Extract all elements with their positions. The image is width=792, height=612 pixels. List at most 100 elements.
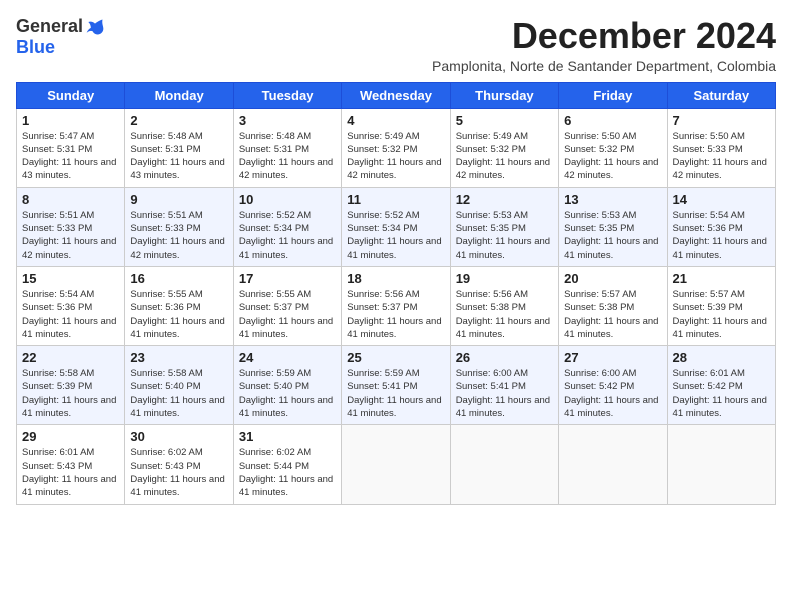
calendar-week-row: 8 Sunrise: 5:51 AMSunset: 5:33 PMDaylight… xyxy=(17,187,776,266)
calendar-cell: 9 Sunrise: 5:51 AMSunset: 5:33 PMDaylight… xyxy=(125,187,233,266)
calendar-cell: 22 Sunrise: 5:58 AMSunset: 5:39 PMDayligh… xyxy=(17,346,125,425)
day-info: Sunrise: 6:01 AMSunset: 5:43 PMDaylight:… xyxy=(22,446,119,499)
day-info: Sunrise: 5:59 AMSunset: 5:41 PMDaylight:… xyxy=(347,367,444,420)
day-number: 28 xyxy=(673,350,770,365)
calendar-cell: 5 Sunrise: 5:49 AMSunset: 5:32 PMDaylight… xyxy=(450,108,558,187)
day-number: 7 xyxy=(673,113,770,128)
location-title: Pamplonita, Norte de Santander Departmen… xyxy=(432,58,776,74)
day-info: Sunrise: 5:53 AMSunset: 5:35 PMDaylight:… xyxy=(456,209,553,262)
calendar-cell: 19 Sunrise: 5:56 AMSunset: 5:38 PMDayligh… xyxy=(450,266,558,345)
day-header-saturday: Saturday xyxy=(667,82,775,108)
calendar-cell: 27 Sunrise: 6:00 AMSunset: 5:42 PMDayligh… xyxy=(559,346,667,425)
calendar-cell xyxy=(667,425,775,504)
calendar-cell: 31 Sunrise: 6:02 AMSunset: 5:44 PMDayligh… xyxy=(233,425,341,504)
calendar-week-row: 15 Sunrise: 5:54 AMSunset: 5:36 PMDayligh… xyxy=(17,266,776,345)
day-number: 12 xyxy=(456,192,553,207)
day-number: 13 xyxy=(564,192,661,207)
calendar-cell: 21Sunrise: 5:57 AMSunset: 5:39 PMDayligh… xyxy=(667,266,775,345)
calendar-cell xyxy=(450,425,558,504)
day-number: 6 xyxy=(564,113,661,128)
calendar-cell: 13Sunrise: 5:53 AMSunset: 5:35 PMDayligh… xyxy=(559,187,667,266)
day-info: Sunrise: 5:47 AMSunset: 5:31 PMDaylight:… xyxy=(22,130,119,183)
day-number: 3 xyxy=(239,113,336,128)
calendar-cell: 20Sunrise: 5:57 AMSunset: 5:38 PMDayligh… xyxy=(559,266,667,345)
day-number: 1 xyxy=(22,113,119,128)
day-number: 18 xyxy=(347,271,444,286)
day-number: 11 xyxy=(347,192,444,207)
day-info: Sunrise: 5:51 AMSunset: 5:33 PMDaylight:… xyxy=(22,209,119,262)
day-info: Sunrise: 6:00 AMSunset: 5:41 PMDaylight:… xyxy=(456,367,553,420)
calendar-week-row: 1 Sunrise: 5:47 AMSunset: 5:31 PMDaylight… xyxy=(17,108,776,187)
calendar-cell: 11Sunrise: 5:52 AMSunset: 5:34 PMDayligh… xyxy=(342,187,450,266)
calendar-cell: 30 Sunrise: 6:02 AMSunset: 5:43 PMDayligh… xyxy=(125,425,233,504)
calendar-table: SundayMondayTuesdayWednesdayThursdayFrid… xyxy=(16,82,776,505)
day-number: 17 xyxy=(239,271,336,286)
calendar-cell xyxy=(559,425,667,504)
day-header-wednesday: Wednesday xyxy=(342,82,450,108)
logo-general-text: General xyxy=(16,16,83,37)
calendar-cell: 24 Sunrise: 5:59 AMSunset: 5:40 PMDayligh… xyxy=(233,346,341,425)
calendar-cell: 26Sunrise: 6:00 AMSunset: 5:41 PMDayligh… xyxy=(450,346,558,425)
day-info: Sunrise: 5:57 AMSunset: 5:39 PMDaylight:… xyxy=(673,288,770,341)
day-number: 14 xyxy=(673,192,770,207)
day-number: 20 xyxy=(564,271,661,286)
day-info: Sunrise: 5:59 AMSunset: 5:40 PMDaylight:… xyxy=(239,367,336,420)
day-info: Sunrise: 5:52 AMSunset: 5:34 PMDaylight:… xyxy=(239,209,336,262)
day-info: Sunrise: 5:55 AMSunset: 5:37 PMDaylight:… xyxy=(239,288,336,341)
day-info: Sunrise: 5:56 AMSunset: 5:38 PMDaylight:… xyxy=(456,288,553,341)
day-info: Sunrise: 6:02 AMSunset: 5:44 PMDaylight:… xyxy=(239,446,336,499)
calendar-cell: 1 Sunrise: 5:47 AMSunset: 5:31 PMDaylight… xyxy=(17,108,125,187)
calendar-cell: 10Sunrise: 5:52 AMSunset: 5:34 PMDayligh… xyxy=(233,187,341,266)
day-number: 19 xyxy=(456,271,553,286)
day-number: 24 xyxy=(239,350,336,365)
day-info: Sunrise: 5:49 AMSunset: 5:32 PMDaylight:… xyxy=(456,130,553,183)
calendar-cell: 18 Sunrise: 5:56 AMSunset: 5:37 PMDayligh… xyxy=(342,266,450,345)
day-number: 8 xyxy=(22,192,119,207)
day-header-sunday: Sunday xyxy=(17,82,125,108)
day-number: 9 xyxy=(130,192,227,207)
day-number: 4 xyxy=(347,113,444,128)
day-header-thursday: Thursday xyxy=(450,82,558,108)
day-info: Sunrise: 5:55 AMSunset: 5:36 PMDaylight:… xyxy=(130,288,227,341)
calendar-cell: 2 Sunrise: 5:48 AMSunset: 5:31 PMDaylight… xyxy=(125,108,233,187)
day-info: Sunrise: 5:58 AMSunset: 5:40 PMDaylight:… xyxy=(130,367,227,420)
day-info: Sunrise: 6:02 AMSunset: 5:43 PMDaylight:… xyxy=(130,446,227,499)
calendar-cell: 15 Sunrise: 5:54 AMSunset: 5:36 PMDayligh… xyxy=(17,266,125,345)
day-info: Sunrise: 5:50 AMSunset: 5:33 PMDaylight:… xyxy=(673,130,770,183)
calendar-cell: 6Sunrise: 5:50 AMSunset: 5:32 PMDaylight… xyxy=(559,108,667,187)
calendar-cell: 7 Sunrise: 5:50 AMSunset: 5:33 PMDaylight… xyxy=(667,108,775,187)
day-number: 15 xyxy=(22,271,119,286)
calendar-cell: 23 Sunrise: 5:58 AMSunset: 5:40 PMDayligh… xyxy=(125,346,233,425)
logo: General Blue xyxy=(16,16,105,58)
day-header-monday: Monday xyxy=(125,82,233,108)
day-info: Sunrise: 6:01 AMSunset: 5:42 PMDaylight:… xyxy=(673,367,770,420)
day-info: Sunrise: 5:49 AMSunset: 5:32 PMDaylight:… xyxy=(347,130,444,183)
day-number: 2 xyxy=(130,113,227,128)
calendar-cell: 17 Sunrise: 5:55 AMSunset: 5:37 PMDayligh… xyxy=(233,266,341,345)
day-number: 27 xyxy=(564,350,661,365)
calendar-cell: 14 Sunrise: 5:54 AMSunset: 5:36 PMDayligh… xyxy=(667,187,775,266)
day-number: 23 xyxy=(130,350,227,365)
day-info: Sunrise: 5:54 AMSunset: 5:36 PMDaylight:… xyxy=(22,288,119,341)
logo-bird-icon xyxy=(85,17,105,37)
day-info: Sunrise: 5:51 AMSunset: 5:33 PMDaylight:… xyxy=(130,209,227,262)
day-number: 29 xyxy=(22,429,119,444)
day-number: 5 xyxy=(456,113,553,128)
day-info: Sunrise: 5:56 AMSunset: 5:37 PMDaylight:… xyxy=(347,288,444,341)
day-number: 25 xyxy=(347,350,444,365)
day-number: 22 xyxy=(22,350,119,365)
calendar-cell: 3Sunrise: 5:48 AMSunset: 5:31 PMDaylight… xyxy=(233,108,341,187)
calendar-cell xyxy=(342,425,450,504)
day-header-tuesday: Tuesday xyxy=(233,82,341,108)
calendar-cell: 12 Sunrise: 5:53 AMSunset: 5:35 PMDayligh… xyxy=(450,187,558,266)
calendar-cell: 25 Sunrise: 5:59 AMSunset: 5:41 PMDayligh… xyxy=(342,346,450,425)
day-info: Sunrise: 5:54 AMSunset: 5:36 PMDaylight:… xyxy=(673,209,770,262)
day-number: 30 xyxy=(130,429,227,444)
day-number: 31 xyxy=(239,429,336,444)
calendar-cell: 29 Sunrise: 6:01 AMSunset: 5:43 PMDayligh… xyxy=(17,425,125,504)
calendar-cell: 4 Sunrise: 5:49 AMSunset: 5:32 PMDaylight… xyxy=(342,108,450,187)
day-info: Sunrise: 6:00 AMSunset: 5:42 PMDaylight:… xyxy=(564,367,661,420)
calendar-week-row: 22 Sunrise: 5:58 AMSunset: 5:39 PMDayligh… xyxy=(17,346,776,425)
day-info: Sunrise: 5:48 AMSunset: 5:31 PMDaylight:… xyxy=(130,130,227,183)
day-info: Sunrise: 5:58 AMSunset: 5:39 PMDaylight:… xyxy=(22,367,119,420)
